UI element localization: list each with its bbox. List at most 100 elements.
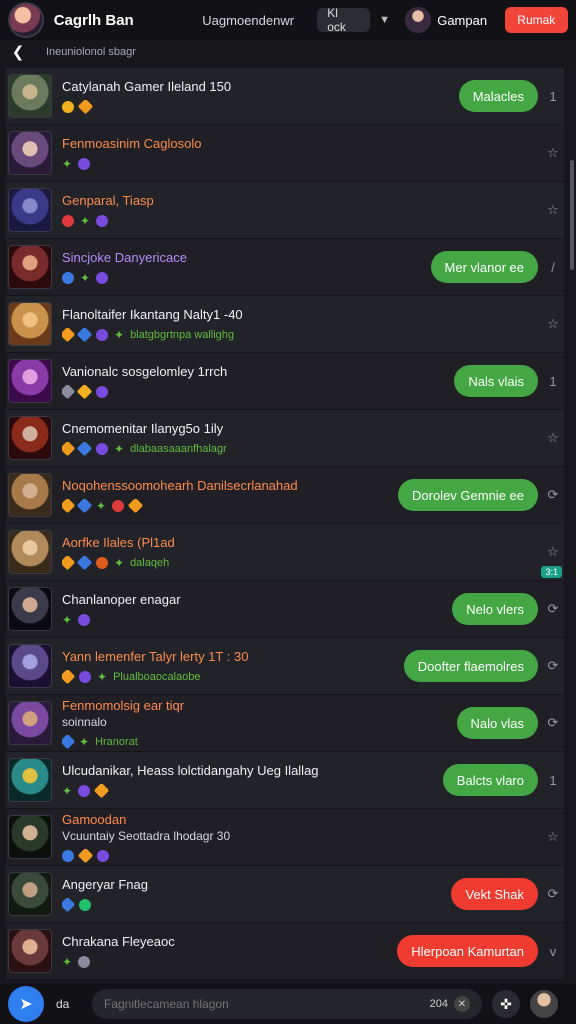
leaf-icon: ✦ bbox=[80, 213, 91, 228]
row-trail-icon[interactable]: 1 bbox=[544, 374, 562, 389]
language-label[interactable]: da bbox=[56, 997, 92, 1011]
list-item[interactable]: Gamoodan Vcuuntaiy Seottadra lhodagr 30 ☆ bbox=[6, 809, 564, 866]
avatar[interactable] bbox=[8, 74, 52, 118]
avatar[interactable] bbox=[530, 990, 558, 1018]
list-item[interactable]: Angeryar Fnag Vekt Shak ⟳ bbox=[6, 866, 564, 923]
row-text: Vanionalc sosgelomley 1rrch bbox=[62, 364, 454, 399]
row-action-button[interactable]: Mer vlanor ee bbox=[430, 251, 538, 283]
gem-icon bbox=[93, 783, 110, 798]
medal-icon bbox=[78, 613, 91, 626]
list-item[interactable]: Sincjoke Danyericace ✦ Mer vlanor ee / bbox=[6, 239, 564, 296]
gem-icon bbox=[62, 327, 76, 342]
brand-avatar[interactable] bbox=[8, 2, 44, 38]
avatar[interactable] bbox=[8, 416, 52, 460]
message-input[interactable] bbox=[104, 997, 424, 1011]
list-item[interactable]: Cnemomenitar Ilanyg5o 1ily ✦ dlabaasaaanfh… bbox=[6, 410, 564, 467]
list-item[interactable]: Chanlanoper enagar ✦ Nelo vlers ⟳ bbox=[6, 581, 564, 638]
avatar[interactable] bbox=[8, 701, 52, 745]
medal-icon bbox=[62, 849, 74, 862]
list-item[interactable]: Ulcudanikar, Heass lolctidangahy Ueg Ila… bbox=[6, 752, 564, 809]
row-action-button[interactable]: Hlerpoan Kamurtan bbox=[397, 935, 538, 967]
badge-strip: ✦ dlabaasaaanfhalagr bbox=[62, 441, 544, 456]
row-trail-icon[interactable]: ⟳ bbox=[544, 487, 562, 503]
row-trail-icon[interactable]: ☆ bbox=[544, 430, 562, 446]
message-composer[interactable]: 204 ✕ bbox=[92, 989, 482, 1019]
avatar[interactable] bbox=[8, 758, 52, 802]
row-trail-icon[interactable]: 1 bbox=[544, 89, 562, 104]
medal-icon bbox=[96, 328, 108, 341]
avatar[interactable] bbox=[8, 929, 52, 973]
badge-strip bbox=[62, 384, 454, 399]
row-trail-icon[interactable]: ☆ bbox=[544, 202, 562, 218]
list-item[interactable]: Flanoltaifer Ikantang Nalty1 -40 ✦ blatgbg… bbox=[6, 296, 564, 353]
avatar[interactable] bbox=[8, 245, 52, 289]
medal-icon bbox=[96, 214, 109, 227]
scrollbar[interactable] bbox=[570, 160, 574, 270]
row-title: Cnemomenitar Ilanyg5o 1ily bbox=[62, 420, 224, 436]
back-arrow-icon[interactable]: ❮ bbox=[10, 44, 26, 61]
row-title: Chrakana Fleyeaoc bbox=[62, 933, 175, 949]
leaf-icon: ✦ bbox=[62, 156, 73, 171]
row-trail-icon[interactable]: ☆ bbox=[544, 829, 562, 845]
row-trail-icon[interactable]: / bbox=[544, 260, 562, 275]
list-item[interactable]: Catylanah Gamer Ileland 150 Malacles 1 bbox=[6, 68, 564, 125]
row-trail-icon[interactable]: ☆ bbox=[544, 316, 562, 332]
list-item[interactable]: Fenmomolsig ear tiqr soinnalo ✦ Hranorat Nal… bbox=[6, 695, 564, 752]
filter-label[interactable]: Uagmoendenwr bbox=[202, 13, 311, 28]
avatar[interactable] bbox=[8, 644, 52, 688]
row-trail-icon[interactable]: ⟳ bbox=[544, 715, 562, 731]
badge-text: Hranorat bbox=[95, 735, 138, 748]
row-action-button[interactable]: Vekt Shak bbox=[451, 878, 538, 910]
gamepad-icon[interactable]: ✜ bbox=[492, 990, 520, 1018]
sort-button[interactable]: Kl ock bbox=[317, 6, 370, 34]
medal-icon bbox=[62, 271, 74, 284]
row-trail-icon[interactable]: ⟳ bbox=[544, 886, 562, 902]
row-trail-icon[interactable]: ☆ bbox=[544, 145, 562, 161]
avatar[interactable] bbox=[8, 530, 52, 574]
list-item[interactable]: Genparal, Tiasp ✦ ☆ bbox=[6, 182, 564, 239]
avatar[interactable] bbox=[8, 188, 52, 232]
row-action-button[interactable]: Nelo vlers bbox=[452, 593, 538, 625]
compass-nav-button[interactable]: ➤ bbox=[8, 986, 44, 1022]
row-action-button[interactable]: Doofter flaemolres bbox=[403, 650, 538, 682]
top-bar: Cagrlh Ban Uagmoendenwr Kl ock ▼ Gampan … bbox=[0, 0, 576, 40]
row-action-button[interactable]: Nals vlais bbox=[454, 365, 538, 397]
row-title: Aorfke Ilales (Pl1ad bbox=[62, 534, 175, 550]
avatar[interactable] bbox=[8, 815, 52, 859]
row-action-button[interactable]: Balcts vlaro bbox=[442, 764, 538, 796]
list-item[interactable]: Noqohenssoomohearh Danilsecrlanahad ✦ Doro… bbox=[6, 467, 564, 524]
row-trail-icon[interactable]: ⟳ bbox=[544, 658, 562, 674]
row-action-button[interactable]: Dorolev Gemnie ee bbox=[398, 479, 538, 511]
badge-strip bbox=[62, 897, 451, 912]
brand-name: Cagrlh Ban bbox=[53, 11, 134, 29]
row-action-button[interactable]: Malacles bbox=[458, 80, 538, 112]
avatar[interactable] bbox=[8, 473, 52, 517]
row-title: Gamoodan bbox=[62, 811, 127, 827]
top-cta-button[interactable]: Rumak bbox=[504, 7, 568, 33]
row-trail-icon[interactable]: ⟳ bbox=[544, 601, 562, 617]
avatar[interactable] bbox=[8, 131, 52, 175]
row-trail-icon[interactable]: ☆ bbox=[544, 544, 562, 560]
list-item[interactable]: Vanionalc sosgelomley 1rrch Nals vlais 1 bbox=[6, 353, 564, 410]
avatar[interactable] bbox=[8, 302, 52, 346]
avatar[interactable] bbox=[8, 872, 52, 916]
clear-icon[interactable]: ✕ bbox=[454, 996, 470, 1012]
row-action-button[interactable]: Nalo vlas bbox=[456, 707, 538, 739]
list-item[interactable]: Aorfke Ilales (Pl1ad ✦ dalaqeh ☆ 3:1 bbox=[6, 524, 564, 581]
medal-icon bbox=[96, 556, 108, 569]
chevron-down-icon[interactable]: ▼ bbox=[378, 13, 392, 27]
avatar[interactable] bbox=[8, 587, 52, 631]
row-trail-icon[interactable]: v bbox=[544, 944, 562, 959]
row-trail-icon[interactable]: 1 bbox=[544, 773, 562, 788]
list-item[interactable]: Fenmoasinim Caglosolo ✦ ☆ bbox=[6, 125, 564, 182]
list-item[interactable]: Yann lemenfer Talyr lerty 1T : 30 ✦ Plualb… bbox=[6, 638, 564, 695]
leaf-icon: ✦ bbox=[79, 734, 90, 749]
badge-text: blatgbgrtnpa wallighg bbox=[130, 328, 235, 341]
leaf-icon: ✦ bbox=[96, 498, 107, 513]
bottom-bar: ➤ da 204 ✕ ✜ bbox=[0, 984, 576, 1024]
badge-strip: ✦ bbox=[62, 214, 544, 228]
avatar[interactable] bbox=[8, 359, 52, 403]
list-item[interactable]: Chrakana Fleyeaoc ✦ Hlerpoan Kamurtan v bbox=[6, 923, 564, 980]
row-title: Flanoltaifer Ikantang Nalty1 -40 bbox=[62, 306, 243, 322]
avatar[interactable] bbox=[405, 7, 432, 33]
